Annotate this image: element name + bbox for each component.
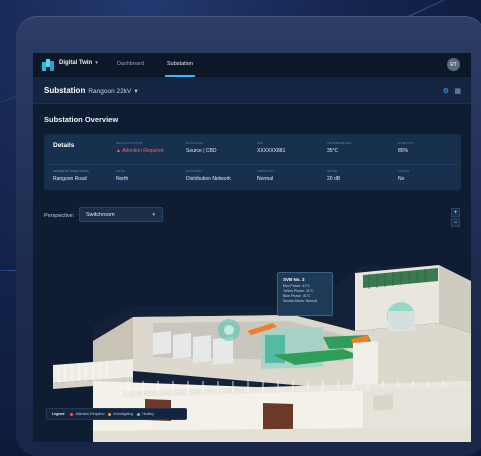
substation-selector: Rangoon 22kV: [88, 88, 132, 95]
network-value: Distribution Network: [186, 176, 231, 182]
user-avatar[interactable]: RT: [447, 58, 460, 71]
zoom-out-button[interactable]: −: [451, 218, 460, 227]
legend-item-investigating: Investigating: [108, 412, 133, 416]
temperature-value: 35°C: [327, 148, 339, 154]
flood-value: No: [398, 176, 405, 182]
dot-icon: [108, 412, 112, 416]
legend: Legend Attention Required Investigating …: [46, 408, 187, 420]
page-title-text: Substation: [44, 86, 86, 95]
perspective-select[interactable]: Switchroom ▾: [79, 207, 163, 222]
chevron-down-icon: ▾: [95, 60, 98, 66]
temperature-label: TEMPERATURE: [327, 141, 352, 145]
legend-label: Healthy: [142, 412, 154, 416]
brand-selector[interactable]: Digital Twin ▾: [59, 60, 98, 66]
nav-substation[interactable]: Substation: [165, 61, 195, 77]
grid-menu-icon[interactable]: ▦: [454, 87, 461, 95]
details-divider: [48, 164, 457, 165]
details-label: Details: [53, 142, 75, 149]
chevron-down-icon: ▾: [134, 88, 138, 95]
app-window: Digital Twin ▾ Dashboard Substation RT Su…: [33, 53, 471, 442]
section-title: Substation Overview: [44, 115, 119, 124]
page-header: Substation Rangoon 22kV ▾ ⚙ ▦: [33, 77, 471, 104]
category-value: Source | CBD: [186, 148, 217, 154]
tooltip-title: SVB No. 3: [283, 277, 305, 282]
alert-triangle-icon: ▲: [116, 148, 121, 154]
humidity-value: 85%: [398, 148, 409, 154]
legend-label: Attention Required: [75, 412, 105, 416]
humidity-label: HUMIDITY: [398, 141, 415, 145]
brand-logo-icon: [42, 59, 54, 71]
chevron-down-icon: ▾: [152, 212, 155, 218]
details-card: Details HEALTH STATUS ▲ Attention Requir…: [44, 134, 461, 190]
nmi-label: NMI: [257, 141, 264, 145]
page-title[interactable]: Substation Rangoon 22kV ▾: [44, 86, 138, 95]
noise-label: NOISE: [327, 169, 338, 173]
flood-label: FLOOD: [398, 169, 410, 173]
tooltip-smoke-alarm: Smoke Alarm: Normal: [283, 299, 318, 303]
legend-label: Investigating: [113, 412, 134, 416]
network-label: NETWORK: [186, 169, 203, 173]
health-status-text: Attention Required: [122, 148, 164, 154]
vibration-label: VIBRATION: [257, 169, 275, 173]
zoom-in-button[interactable]: +: [451, 208, 460, 217]
perspective-label: Perspective:: [44, 213, 75, 219]
zone-value: North: [116, 176, 129, 182]
health-status-label: HEALTH STATUS: [116, 141, 143, 145]
health-status-value: ▲ Attention Required: [116, 148, 164, 154]
address-label[interactable]: ADDRESS (Map view): [53, 169, 89, 173]
equipment-tooltip: SVB No. 3 Red Phase: 41°C Yellow Phase: …: [277, 272, 333, 316]
dot-icon: [137, 412, 141, 416]
noise-value: 20 dB: [327, 176, 341, 182]
nmi-value: XXXXXX881: [257, 148, 286, 154]
zone-label: ZONE: [116, 169, 126, 173]
legend-item-healthy: Healthy: [137, 412, 154, 416]
address-value: Rangoon Road: [53, 176, 87, 182]
vibration-value: Normal: [257, 176, 274, 182]
legend-title: Legend: [52, 412, 65, 416]
settings-icon[interactable]: ⚙: [443, 87, 449, 95]
category-label: CATEGORY: [186, 141, 205, 145]
top-navigation-bar: Digital Twin ▾ Dashboard Substation RT: [33, 53, 471, 78]
brand-name: Digital Twin: [59, 60, 93, 66]
nav-dashboard[interactable]: Dashboard: [117, 61, 144, 67]
legend-item-attention: Attention Required: [70, 412, 104, 416]
dot-icon: [70, 412, 74, 416]
perspective-selected-value: Switchroom: [86, 211, 115, 218]
